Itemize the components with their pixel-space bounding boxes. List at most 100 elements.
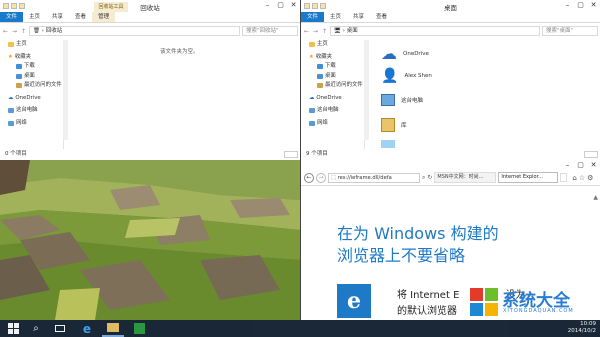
sidebar-item-favorites[interactable]: ★ 收藏夹 (301, 53, 364, 63)
desktop-item-user[interactable]: 👤 Alex Shen (381, 68, 432, 84)
minimize-button[interactable]: – (561, 160, 574, 170)
tab-view[interactable]: 查看 (370, 12, 393, 22)
tab-view[interactable]: 查看 (69, 12, 92, 22)
taskbar-ie[interactable]: e (76, 320, 98, 337)
ie-headline-2: 浏览器上不要省略 (337, 246, 466, 265)
task-view-button[interactable] (50, 320, 70, 337)
start-button[interactable] (2, 320, 24, 337)
tab-share[interactable]: 共享 (46, 12, 69, 22)
clock-time: 10:09 (580, 321, 596, 327)
sidebar-item-onedrive[interactable]: ☁ OneDrive (301, 94, 364, 104)
address-bar[interactable]: 🖥 › 桌面 (330, 26, 540, 36)
tab-internet-explorer[interactable]: Internet Explor... (498, 172, 559, 183)
window-title: 回收站 (140, 4, 160, 12)
sidebar-item-home[interactable]: 主页 (301, 40, 364, 50)
sidebar-item-favorites[interactable]: ★ 收藏夹 (0, 53, 63, 63)
scrollbar[interactable] (364, 40, 369, 140)
sidebar-item-desktop[interactable]: 桌面 (0, 72, 63, 82)
library-icon (381, 118, 395, 132)
computer-icon (381, 94, 395, 106)
minimize-button[interactable]: – (261, 0, 274, 10)
home-icon[interactable]: ⌂ (572, 174, 576, 182)
desktop-item-onedrive[interactable]: ☁ OneDrive (381, 46, 429, 62)
back-arrow-icon[interactable]: ← (2, 28, 9, 35)
view-toggle-icon[interactable] (284, 151, 298, 158)
sidebar-item-recent[interactable]: 最近访问的文件 (301, 81, 364, 91)
refresh-icon[interactable]: ↻ (427, 174, 432, 181)
scrollbar[interactable] (63, 40, 68, 140)
address-bar[interactable]: 🗑 › 回收站 (29, 26, 240, 36)
ie-title-bar: – ▢ ✕ (301, 160, 600, 170)
sidebar-item-desktop[interactable]: 桌面 (301, 72, 364, 82)
ie-logo-icon: e (347, 288, 361, 314)
onedrive-icon: ☁ (381, 44, 397, 63)
watermark-logo: 系统大全 XITONGDAQUAN.COM (470, 284, 598, 320)
desktop-small-icon: 🖥 › (334, 28, 347, 34)
view-toggle-icon[interactable] (584, 151, 598, 158)
sidebar-item-network[interactable]: 网络 (301, 119, 364, 129)
forward-arrow-icon[interactable]: → (11, 28, 18, 35)
tab-file[interactable]: 文件 (0, 12, 24, 22)
close-button[interactable]: ✕ (587, 0, 600, 10)
desktop-item-library[interactable]: 库 (381, 118, 407, 132)
wallpaper-image (0, 160, 300, 320)
favorites-star-icon[interactable]: ☆ (579, 174, 585, 182)
tab-home[interactable]: 主页 (324, 12, 347, 22)
taskbar-store[interactable] (128, 320, 150, 337)
search-input[interactable]: 搜索"回收站" (242, 26, 298, 36)
up-arrow-icon[interactable]: ↑ (20, 28, 27, 35)
close-button[interactable]: ✕ (587, 160, 600, 170)
sidebar-item-this-pc[interactable]: 这台电脑 (301, 106, 364, 116)
tab-msn[interactable]: MSN中文网：时尚... (434, 172, 497, 183)
address-row: ← → ↑ 🖥 › 桌面 搜索"桌面" (301, 24, 600, 38)
partial-desktop-item[interactable] (381, 140, 395, 148)
sidebar-item-downloads[interactable]: 下载 (301, 62, 364, 72)
sidebar-item-network[interactable]: 网络 (0, 119, 63, 129)
taskbar-explorer[interactable] (102, 320, 124, 337)
recent-icon (16, 83, 22, 89)
recycle-small-icon: 🗑 › (33, 28, 46, 34)
watermark-windows-flag-icon (470, 288, 498, 316)
new-tab-button[interactable] (560, 173, 568, 182)
ie-scroll-arrow[interactable]: ▲ (593, 194, 598, 201)
tab-share[interactable]: 共享 (347, 12, 370, 22)
tab-home[interactable]: 主页 (23, 12, 46, 22)
ie-headline-1: 在为 Windows 构建的 (337, 224, 499, 243)
computer-icon (8, 108, 14, 114)
watermark-subtext: XITONGDAQUAN.COM (503, 308, 574, 314)
back-button[interactable]: ← (304, 172, 314, 183)
navigation-pane: 主页 ★ 收藏夹 下载 桌面 最近访问的文件 ☁ OneDrive 这台电脑 网络 (301, 40, 365, 149)
clock[interactable]: 10:09 2014/10/2 (568, 321, 596, 335)
maximize-button[interactable]: ▢ (274, 0, 287, 10)
tab-file[interactable]: 文件 (301, 12, 325, 22)
maximize-button[interactable]: ▢ (574, 0, 587, 10)
file-explorer-icon (107, 323, 119, 332)
task-view-icon (55, 325, 65, 332)
sidebar-item-this-pc[interactable]: 这台电脑 (0, 106, 63, 116)
desktop-item-this-pc[interactable]: 这台电脑 (381, 94, 423, 106)
minimize-button[interactable]: – (561, 0, 574, 10)
store-icon (133, 323, 145, 334)
star-icon: ★ (8, 53, 13, 60)
gear-icon[interactable]: ⚙ (587, 174, 593, 182)
maximize-button[interactable]: ▢ (574, 160, 587, 170)
back-arrow-icon[interactable]: ← (303, 28, 310, 35)
sidebar-item-recent[interactable]: 最近访问的文件 (0, 81, 63, 91)
sidebar-item-downloads[interactable]: 下载 (0, 62, 63, 72)
ie-address-bar[interactable]: ⬚ res://ieframe.dll/defa (328, 172, 420, 183)
close-button[interactable]: ✕ (287, 0, 300, 10)
sidebar-item-onedrive[interactable]: ☁ OneDrive (0, 94, 63, 104)
ribbon-tabs: 文件 主页 共享 查看 管理 (0, 12, 300, 23)
search-input[interactable]: 搜索"桌面" (542, 26, 598, 36)
search-icon[interactable]: ⌕ (422, 174, 425, 182)
up-arrow-icon[interactable]: ↑ (321, 28, 328, 35)
home-icon (309, 42, 315, 48)
network-icon (309, 120, 315, 126)
windows-logo-icon (7, 323, 19, 334)
sidebar-item-home[interactable]: 主页 (0, 40, 63, 50)
forward-arrow-icon[interactable]: → (312, 28, 319, 35)
search-button[interactable]: ⌕ (26, 320, 46, 337)
recent-icon (317, 83, 323, 89)
tab-manage[interactable]: 管理 (92, 12, 116, 22)
forward-button[interactable]: → (316, 172, 326, 183)
